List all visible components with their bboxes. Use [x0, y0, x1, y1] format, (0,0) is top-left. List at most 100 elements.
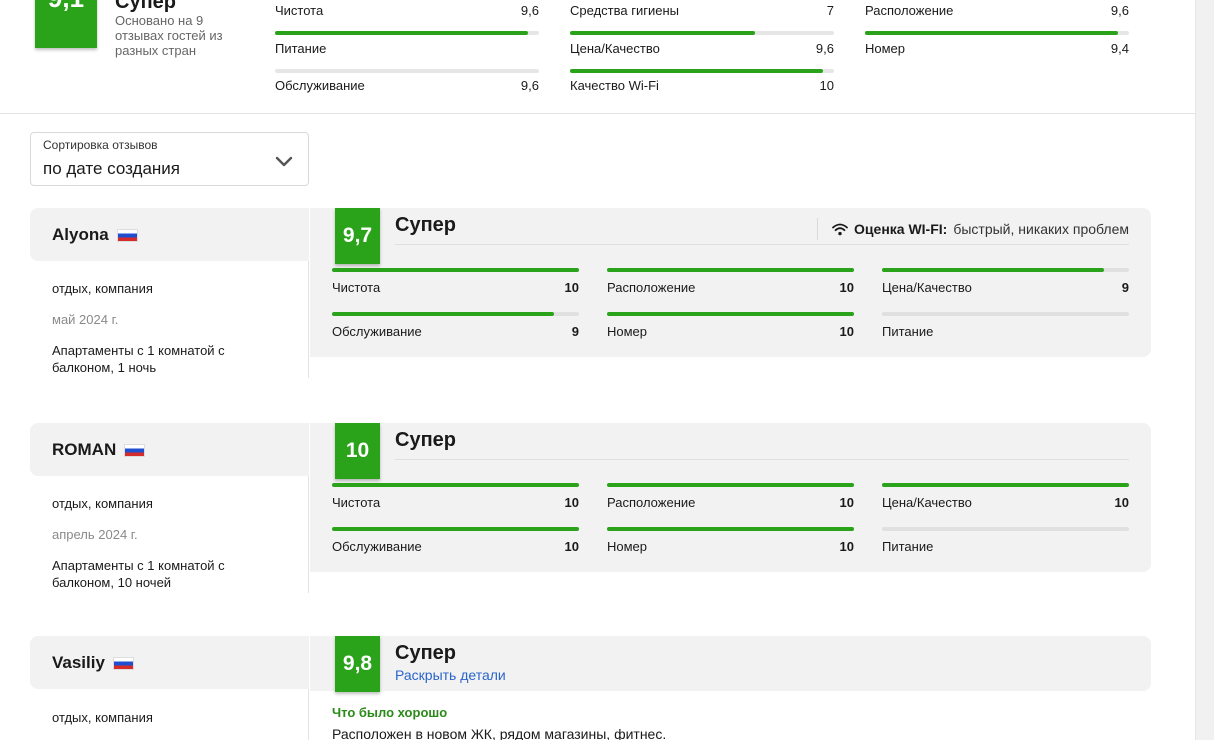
criterion-name: Обслуживание [332, 324, 422, 339]
review-criterion: Чистота 10 [332, 483, 579, 510]
criterion-bar [570, 69, 834, 73]
sort-dropdown[interactable]: Сортировка отзывов по дате создания [30, 132, 309, 186]
criterion-bar [882, 527, 1129, 531]
criterion-bar-fill [332, 312, 555, 316]
criterion-value: 10 [839, 280, 854, 295]
criterion-bar-fill [332, 527, 579, 531]
russia-flag-icon [112, 656, 134, 670]
criterion-name: Номер [607, 539, 648, 554]
page-scrollbar[interactable] [1195, 0, 1214, 740]
author-name: Alyona [52, 225, 109, 244]
criterion-bar-fill [332, 483, 579, 487]
summary-criterion: Питание [275, 38, 539, 73]
criterion-bar [275, 31, 539, 35]
sort-selected-value: по дате создания [43, 159, 180, 178]
criterion-name: Чистота [332, 280, 381, 295]
review-criterion: Цена/Качество 9 [882, 268, 1129, 295]
review-criterion: Цена/Качество 10 [882, 483, 1129, 510]
criterion-name: Расположение [607, 280, 696, 295]
chevron-down-icon [275, 156, 293, 167]
review-date: май 2024 г. [52, 312, 119, 327]
russia-flag-icon [124, 443, 146, 457]
criterion-bar-fill [607, 312, 854, 316]
author-card: ROMAN [30, 423, 309, 476]
criterion-name: Номер [607, 324, 648, 339]
wifi-rating: Оценка WI-FI: быстрый, никаких проблем [817, 218, 1129, 240]
criterion-bar-fill [607, 483, 854, 487]
criterion-value: 9 [571, 324, 579, 339]
review-criterion: Питание [882, 527, 1129, 554]
criterion-bar-fill [865, 31, 1119, 35]
trip-type: отдых, компания [52, 710, 153, 725]
trip-type: отдых, компания [52, 496, 153, 511]
review-score-title: Супер [395, 429, 456, 451]
room-info: Апартаменты с 1 комнатой с балконом, 10 … [52, 558, 225, 590]
review-criterion: Питание [882, 312, 1129, 339]
sort-label: Сортировка отзывов [43, 138, 158, 152]
overall-score-note: Основано на 9 отзывах гостей из разных с… [115, 13, 223, 58]
author-name-row: Alyona [52, 225, 138, 245]
pros-heading: Что было хорошо [332, 705, 448, 720]
criterion-name: Обслуживание [332, 539, 422, 554]
criterion-name: Питание [275, 41, 327, 56]
overall-score-badge: 9,1 [35, 0, 97, 48]
wifi-value: быстрый, никаких проблем [953, 221, 1129, 237]
criterion-bar-fill [607, 268, 854, 272]
criterion-bar [332, 312, 579, 316]
criterion-value: 9,6 [815, 41, 834, 56]
criterion-bar [607, 483, 854, 487]
criterion-bar [607, 527, 854, 531]
room-info: Апартаменты с 1 комнатой с балконом, 1 н… [52, 343, 225, 375]
author-name-row: ROMAN [52, 440, 146, 460]
review-date: апрель 2024 г. [52, 527, 138, 542]
expand-details-link[interactable]: Раскрыть детали [395, 667, 506, 683]
criterion-value: 9,6 [1110, 3, 1129, 18]
review-score-badge: 9,8 [335, 636, 380, 692]
criterion-name: Чистота [332, 495, 381, 510]
criterion-bar-fill [882, 268, 1105, 272]
criterion-name: Качество Wi-Fi [570, 78, 659, 93]
criterion-bar [607, 312, 854, 316]
criterion-bar-fill [570, 31, 755, 35]
criterion-bar [882, 483, 1129, 487]
summary-criterion: Качество Wi-Fi 10 [570, 75, 834, 95]
review-score-badge: 10 [335, 423, 380, 479]
score-divider [395, 244, 1129, 245]
review-criterion: Чистота 10 [332, 268, 579, 295]
summary-criterion: Номер 9,4 [865, 38, 1129, 58]
criterion-name: Расположение [865, 3, 954, 18]
summary-criterion: Чистота 9,6 [275, 0, 539, 35]
criterion-bar [332, 527, 579, 531]
pros-text: Расположен в новом ЖК, рядом магазины, ф… [332, 726, 667, 740]
criterion-name: Обслуживание [275, 78, 365, 93]
summary-criterion: Средства гигиены 7 [570, 0, 834, 35]
score-card: 9,8 Супер Раскрыть детали [310, 636, 1151, 692]
criterion-bar [332, 483, 579, 487]
criterion-name: Расположение [607, 495, 696, 510]
criterion-bar [570, 31, 834, 35]
review-criterion: Расположение 10 [607, 483, 854, 510]
criterion-value: 9,4 [1110, 41, 1129, 56]
criterion-value: 9 [1121, 280, 1129, 295]
author-name: Vasiliy [52, 653, 105, 672]
review-criterion: Обслуживание 10 [332, 527, 579, 554]
criterion-bar [882, 312, 1129, 316]
criterion-name: Цена/Качество [882, 495, 972, 510]
criterion-value: 10 [839, 324, 854, 339]
criterion-bar [865, 31, 1129, 35]
review-criterion: Номер 10 [607, 527, 854, 554]
criterion-value: 10 [564, 280, 579, 295]
wifi-label: Оценка WI-FI: [854, 221, 948, 237]
criterion-name: Питание [882, 324, 934, 339]
author-divider [308, 689, 309, 740]
review-criterion: Номер 10 [607, 312, 854, 339]
russia-flag-icon [116, 228, 138, 242]
summary-criterion: Расположение 9,6 [865, 0, 1129, 35]
criterion-value: 10 [1114, 495, 1129, 510]
review-score-title: Супер [395, 214, 456, 236]
criterion-bar [332, 268, 579, 272]
review-criterion: Обслуживание 9 [332, 312, 579, 339]
criterion-bar [607, 268, 854, 272]
criterion-bar-fill [882, 483, 1129, 487]
overall-score-title: Супер [115, 0, 176, 13]
